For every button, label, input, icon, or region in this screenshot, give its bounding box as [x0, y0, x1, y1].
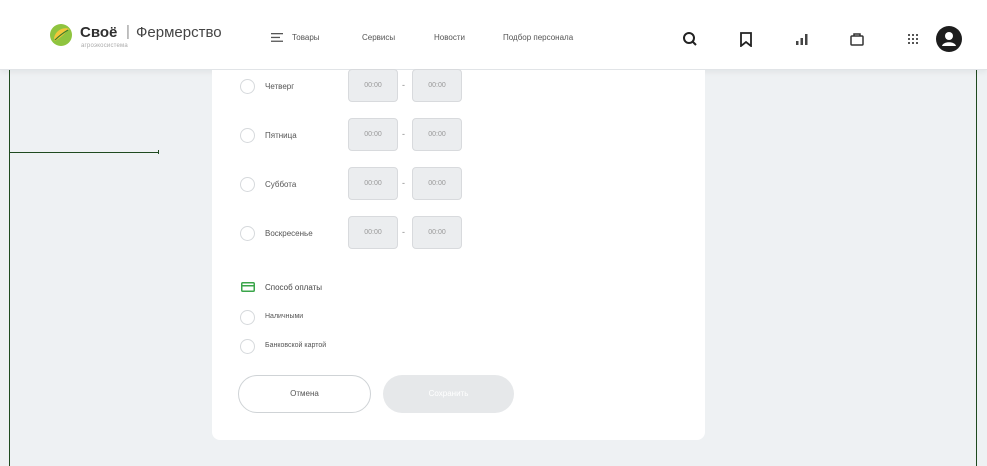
user-icon [942, 32, 956, 46]
avatar[interactable] [936, 26, 962, 52]
frame-line-left-bottom [9, 152, 10, 466]
time-to-input[interactable]: 00:00 [412, 69, 462, 102]
day-label: Пятница [265, 131, 297, 140]
time-to-input[interactable]: 00:00 [412, 167, 462, 200]
day-checkbox[interactable] [240, 79, 255, 94]
time-to-input[interactable]: 00:00 [412, 216, 462, 249]
card-icon [241, 282, 255, 292]
time-from-input[interactable]: 00:00 [348, 216, 398, 249]
cart-icon[interactable] [849, 31, 865, 47]
nav-services[interactable]: Сервисы [362, 33, 395, 42]
time-to-input[interactable]: 00:00 [412, 118, 462, 151]
brand-separator: | [126, 23, 130, 40]
cancel-button[interactable]: Отмена [238, 375, 371, 413]
day-checkbox[interactable] [240, 226, 255, 241]
payment-option-label: Наличными [265, 313, 304, 320]
time-from-input[interactable]: 00:00 [348, 118, 398, 151]
brand-tagline: агроэкосистема [81, 43, 128, 49]
time-dash: - [402, 129, 405, 139]
logo-leaf-icon[interactable] [49, 23, 73, 47]
top-header: Своё | Фермерство агроэкосистема Товары … [0, 0, 987, 70]
bookmark-icon[interactable] [738, 31, 754, 47]
frame-line-left-horizontal [9, 152, 159, 153]
payment-radio[interactable] [240, 339, 255, 354]
time-from-input[interactable]: 00:00 [348, 69, 398, 102]
time-from-input[interactable]: 00:00 [348, 167, 398, 200]
day-label: Воскресенье [265, 229, 313, 238]
save-button[interactable]: Сохранить [383, 375, 514, 413]
time-dash: - [402, 178, 405, 188]
search-icon[interactable] [682, 31, 698, 47]
day-checkbox[interactable] [240, 128, 255, 143]
frame-line-right [976, 70, 977, 466]
day-label: Суббота [265, 180, 297, 189]
nav-goods[interactable]: Товары [292, 33, 320, 42]
payment-title: Способ оплаты [265, 283, 323, 292]
chart-icon[interactable] [794, 31, 810, 47]
payment-option-label: Банковской картой [265, 342, 327, 349]
menu-icon[interactable] [271, 33, 283, 42]
brand-name[interactable]: Своё [80, 24, 117, 41]
payment-radio[interactable] [240, 310, 255, 325]
nav-staff[interactable]: Подбор персонала [503, 33, 573, 42]
grid-icon[interactable] [905, 31, 921, 47]
day-checkbox[interactable] [240, 177, 255, 192]
time-dash: - [402, 80, 405, 90]
day-label: Четверг [265, 82, 295, 91]
time-dash: - [402, 227, 405, 237]
nav-news[interactable]: Новости [434, 33, 465, 42]
brand-subtitle[interactable]: Фермерство [136, 24, 222, 41]
frame-line-left-short [158, 150, 159, 154]
